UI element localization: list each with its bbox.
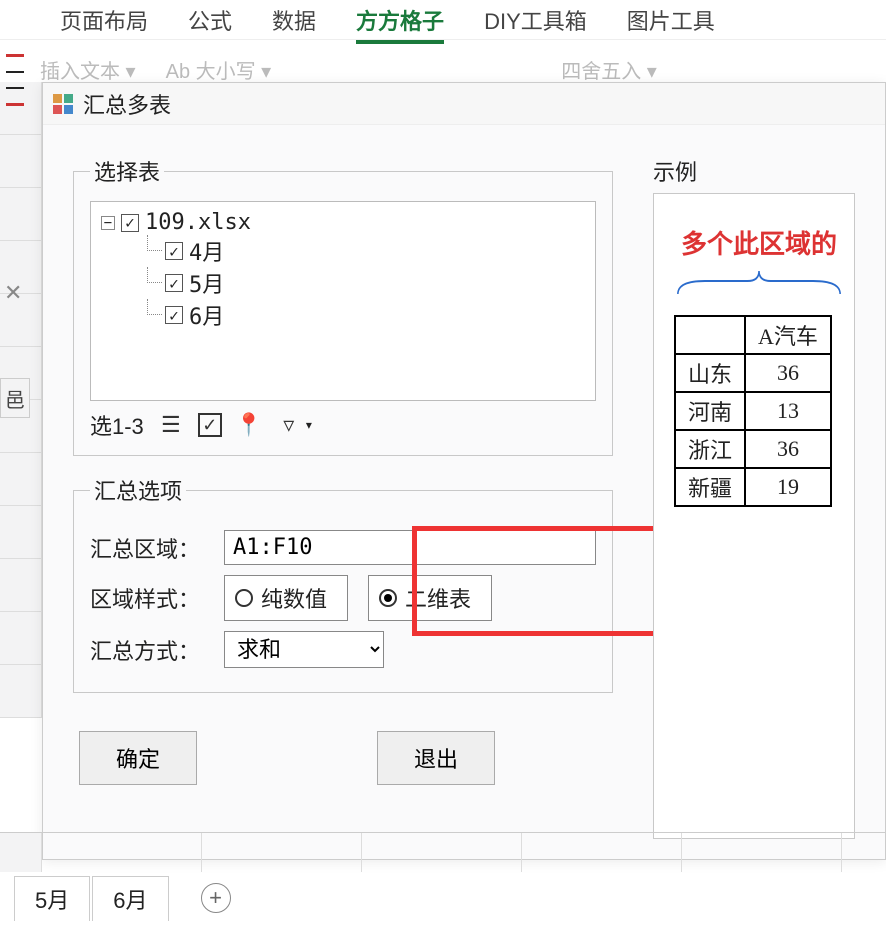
selection-range-label: 选1-3	[90, 409, 144, 441]
filter-icon[interactable]: ▿	[276, 412, 302, 438]
checkbox-sheet-1[interactable]: ✓	[165, 242, 183, 260]
summarize-sheets-dialog: 汇总多表 选择表 − ✓ 109.xlsx ✓ 4月 ✓	[42, 82, 886, 860]
select-sheets-group: 选择表 − ✓ 109.xlsx ✓ 4月 ✓ 5月	[73, 155, 613, 456]
dialog-icon	[53, 94, 73, 114]
method-label: 汇总方式：	[90, 634, 210, 666]
ribbon-tabs: 页面布局 公式 数据 方方格子 DIY工具箱 图片工具	[0, 0, 886, 40]
ok-button[interactable]: 确定	[79, 731, 197, 785]
table-row: 新疆 19	[675, 468, 831, 506]
example-label: 示例	[653, 155, 855, 187]
checkbox-sheet-2[interactable]: ✓	[165, 274, 183, 292]
check-all-icon[interactable]: ✓	[198, 413, 222, 437]
table-row: 浙江 36	[675, 430, 831, 468]
brace-icon	[674, 269, 844, 299]
close-icon[interactable]: ✕	[4, 280, 22, 306]
row-headers	[0, 82, 42, 880]
tab-image-tools[interactable]: 图片工具	[627, 4, 715, 36]
tree-item-3[interactable]: 6月	[189, 299, 224, 331]
example-table: A汽车 山东 36 河南 13 浙江 36 新疆	[674, 315, 832, 507]
example-title: 多个此区域的	[674, 224, 844, 261]
table-row: 山东 36	[675, 354, 831, 392]
tree-collapse-icon[interactable]: −	[101, 216, 115, 230]
tab-diy-toolbox[interactable]: DIY工具箱	[484, 4, 587, 36]
dialog-titlebar: 汇总多表	[43, 83, 885, 125]
add-sheet-button[interactable]: +	[201, 883, 231, 913]
left-gutter-icons	[0, 50, 30, 106]
example-panel: 多个此区域的 A汽车 山东 36 河南	[653, 193, 855, 839]
header-cell: 邑	[0, 378, 30, 418]
sheet-tab-may[interactable]: 5月	[14, 876, 90, 921]
radio-plain-label: 纯数值	[261, 582, 327, 614]
tree-root-label[interactable]: 109.xlsx	[145, 210, 251, 235]
tree-item-2[interactable]: 5月	[189, 267, 224, 299]
filter-dropdown-caret-icon[interactable]: ▾	[306, 418, 312, 432]
tab-fangfang[interactable]: 方方格子	[356, 4, 444, 36]
tab-formula[interactable]: 公式	[188, 4, 232, 36]
checkbox-sheet-3[interactable]: ✓	[165, 306, 183, 324]
summary-area-input[interactable]	[224, 530, 596, 565]
pin-icon[interactable]: 📍	[236, 412, 262, 438]
radio-icon-selected	[379, 589, 397, 607]
exit-button[interactable]: 退出	[377, 731, 495, 785]
sheet-tab-june[interactable]: 6月	[92, 876, 168, 921]
tab-page-layout[interactable]: 页面布局	[60, 4, 148, 36]
dialog-title-text: 汇总多表	[83, 88, 171, 120]
summary-options-group: 汇总选项 汇总区域： 区域样式： 纯数值 二维表	[73, 474, 613, 693]
area-label: 汇总区域：	[90, 532, 210, 564]
style-label: 区域样式：	[90, 582, 210, 614]
sheet-tabs: 5月 6月 +	[14, 876, 231, 920]
sheet-tree[interactable]: − ✓ 109.xlsx ✓ 4月 ✓ 5月 ✓ 6月	[90, 201, 596, 401]
radio-2d-label: 二维表	[405, 582, 471, 614]
grid-row-peek	[0, 832, 886, 872]
tab-data[interactable]: 数据	[272, 4, 316, 36]
list-icon[interactable]	[158, 412, 184, 438]
table-row: 河南 13	[675, 392, 831, 430]
table-header-blank	[675, 316, 745, 354]
radio-plain-values[interactable]: 纯数值	[224, 575, 348, 621]
radio-icon-unselected	[235, 589, 253, 607]
radio-2d-table[interactable]: 二维表	[368, 575, 492, 621]
summary-method-select[interactable]: 求和	[224, 631, 384, 668]
tree-item-1[interactable]: 4月	[189, 235, 224, 267]
summary-options-legend: 汇总选项	[90, 474, 186, 506]
toolbar-row-obscured: 插入文本 ▾ Ab 大小写 ▾ 四舍五入 ▾	[40, 55, 886, 85]
select-sheets-legend: 选择表	[90, 155, 164, 187]
checkbox-root[interactable]: ✓	[121, 214, 139, 232]
table-header-col1: A汽车	[745, 316, 831, 354]
